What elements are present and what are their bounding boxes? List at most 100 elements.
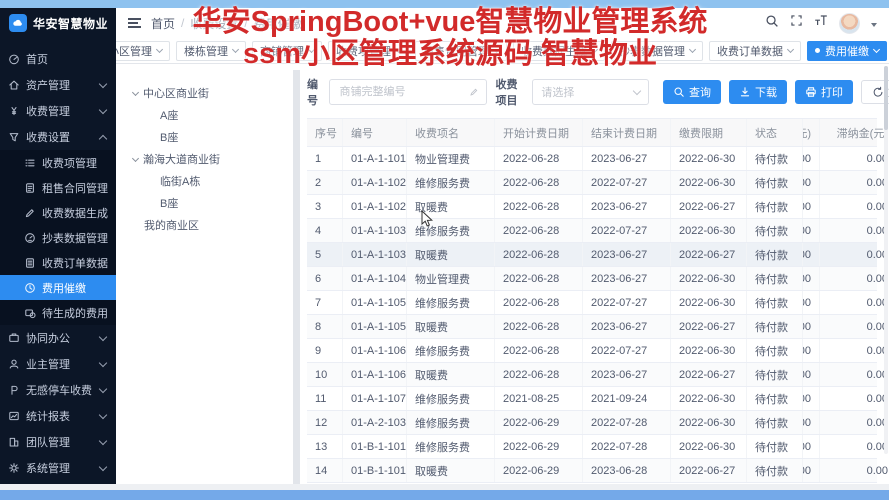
tree-node-B座[interactable]: B座: [133, 192, 283, 214]
vertical-scrollbar[interactable]: [884, 66, 888, 454]
chevron-down-icon: [99, 437, 107, 445]
tree-node-中心区商业街[interactable]: 中心区商业街: [133, 82, 283, 104]
tree-node-B座[interactable]: B座: [133, 126, 283, 148]
table-row[interactable]: 1201-A-2-103维修服务费2022-06-292022-07-28202…: [307, 411, 877, 435]
tab-小区管理[interactable]: 小区管理: [116, 41, 170, 61]
tab-收费项管理[interactable]: 收费项管理: [328, 41, 409, 61]
gauge-icon: [8, 53, 20, 65]
cell-开始计费日期: 2022-06-28: [495, 363, 583, 386]
user-icon: [8, 358, 20, 370]
collapse-menu-icon[interactable]: [128, 18, 141, 28]
sidebar-item-团队管理[interactable]: 团队管理: [0, 429, 116, 455]
tree-node-label: 瀚海大道商业街: [143, 151, 220, 167]
button-label: 下载: [755, 84, 777, 100]
sidebar-item-统计报表[interactable]: 统计报表: [0, 403, 116, 429]
table-row[interactable]: 801-A-1-105取暖费2022-06-282023-06-272022-0…: [307, 315, 877, 339]
table-row[interactable]: 1301-B-1-101维修服务费2022-06-292022-07-28202…: [307, 435, 877, 459]
sidebar-item-无感停车收费[interactable]: 无感停车收费: [0, 377, 116, 403]
tree-node-瀚海大道商业街[interactable]: 瀚海大道商业街: [133, 148, 283, 170]
cell-开始计费日期: 2022-06-29: [495, 459, 583, 482]
tab-收费订单数据[interactable]: 收费订单数据: [709, 41, 801, 61]
cell-缴费限期: 2022-06-27: [671, 195, 747, 218]
tree-node-临街A栋[interactable]: 临街A栋: [133, 170, 283, 192]
打印-button[interactable]: 打印: [795, 80, 853, 104]
table-row[interactable]: 701-A-1-105维修服务费2022-06-282022-07-272022…: [307, 291, 877, 315]
cell-开始计费日期: 2022-06-28: [495, 195, 583, 218]
breadcrumb-item[interactable]: 首页: [151, 15, 175, 32]
table-row[interactable]: 301-A-1-102取暖费2022-06-282023-06-272022-0…: [307, 195, 877, 219]
cloud-icon: [9, 14, 27, 32]
sidebar-item-label: 系统管理: [26, 460, 94, 476]
cell-金额(元): 20.00: [803, 339, 820, 362]
table-row[interactable]: 901-A-1-106维修服务费2022-06-282022-07-272022…: [307, 339, 877, 363]
breadcrumb-item[interactable]: 收费设置: [190, 15, 238, 32]
sidebar-item-资产管理[interactable]: 资产管理: [0, 72, 116, 98]
sidebar-item-系统管理[interactable]: 系统管理: [0, 455, 116, 481]
cell-收费项名: 维修服务费: [407, 291, 495, 314]
table-row[interactable]: 601-A-1-104物业管理费2022-06-282023-06-272022…: [307, 267, 877, 291]
tab-楼栋管理[interactable]: 楼栋管理: [176, 41, 246, 61]
tab-label: 小区管理: [116, 43, 152, 59]
tab-费用催缴[interactable]: 费用催缴: [807, 41, 887, 61]
table-row[interactable]: 1101-A-1-107维修服务费2021-08-252021-09-24202…: [307, 387, 877, 411]
cell-开始计费日期: 2021-08-25: [495, 387, 583, 410]
sidebar-item-收费订单数据[interactable]: 收费订单数据: [0, 250, 116, 275]
tree-node-我的商业区[interactable]: 我的商业区: [133, 214, 283, 236]
查询-button[interactable]: 查询: [663, 80, 721, 104]
sidebar-item-收费管理[interactable]: 收费管理: [0, 98, 116, 124]
sidebar-item-业主管理[interactable]: 业主管理: [0, 351, 116, 377]
sidebar-item-收费设置[interactable]: 收费设置: [0, 124, 116, 150]
tab-label: 收费项管理: [336, 43, 391, 59]
cell-滞纳金(元): 0.00: [820, 291, 889, 314]
sidebar-item-费用催缴[interactable]: 费用催缴: [0, 275, 116, 300]
table-row[interactable]: 1001-A-1-106取暖费2022-06-282023-06-272022-…: [307, 363, 877, 387]
sidebar-item-收费数据生成[interactable]: 收费数据生成: [0, 200, 116, 225]
user-avatar[interactable]: [839, 13, 860, 34]
sidebar-item-待生成的费用[interactable]: 待生成的费用: [0, 300, 116, 325]
tab-label: 收费数据生成: [521, 43, 587, 59]
print-icon: [805, 86, 817, 98]
user-menu-caret-icon[interactable]: [871, 23, 877, 27]
cell-状态: 待付款: [747, 459, 803, 482]
tree-node-label: B座: [160, 195, 178, 211]
panel-splitter[interactable]: [293, 70, 300, 484]
cell-序号: 14: [307, 459, 343, 482]
cell-收费项名: 取暖费: [407, 363, 495, 386]
table-row[interactable]: 101-A-1-101物业管理费2022-06-282023-06-272022…: [307, 147, 877, 171]
id-filter-input[interactable]: [337, 85, 469, 99]
column-header-序号: 序号: [307, 119, 343, 146]
tree-node-A座[interactable]: A座: [133, 104, 283, 126]
sidebar-item-租售合同管理[interactable]: 租售合同管理: [0, 175, 116, 200]
cell-序号: 1: [307, 147, 343, 170]
cell-滞纳金(元): 0.00: [820, 147, 889, 170]
tab-收费数据生成[interactable]: 收费数据生成: [513, 41, 605, 61]
parking-icon: [8, 384, 20, 396]
table-row[interactable]: 401-A-1-103维修服务费2022-06-282022-07-272022…: [307, 219, 877, 243]
cell-开始计费日期: 2022-06-28: [495, 339, 583, 362]
下载-button[interactable]: 下载: [729, 80, 787, 104]
sidebar-item-首页[interactable]: 首页: [0, 46, 116, 72]
table-row[interactable]: 201-A-1-102维修服务费2022-06-282022-07-272022…: [307, 171, 877, 195]
project-filter-select[interactable]: 请选择: [532, 79, 649, 105]
tab-抄表数据管理[interactable]: 抄表数据管理: [611, 41, 703, 61]
column-header-缴费限期: 缴费限期: [671, 119, 747, 146]
cell-开始计费日期: 2022-06-29: [495, 435, 583, 458]
search-icon[interactable]: [765, 14, 779, 33]
table-row[interactable]: 501-A-1-103取暖费2022-06-282023-06-272022-0…: [307, 243, 877, 267]
column-header-开始计费日期: 开始计费日期: [495, 119, 583, 146]
cell-序号: 11: [307, 387, 343, 410]
breadcrumb-item[interactable]: 费用催缴: [254, 15, 302, 32]
fullscreen-icon[interactable]: [790, 14, 803, 32]
cell-滞纳金(元): 0.00: [820, 315, 889, 338]
tab-商铺管理[interactable]: 商铺管理: [252, 41, 322, 61]
table-row[interactable]: 1401-B-1-101取暖费2022-06-292023-06-282022-…: [307, 459, 877, 483]
sidebar-item-收费项管理[interactable]: 收费项管理: [0, 150, 116, 175]
font-size-icon[interactable]: [814, 14, 828, 32]
cell-收费项名: 取暖费: [407, 459, 495, 482]
sidebar-item-label: 收费管理: [26, 103, 94, 119]
tab-租售合同管理[interactable]: 租售合同管理: [415, 41, 507, 61]
tab-bar: 小区管理 楼栋管理商铺管理收费项管理 租售合同管理收费数据生成 抄表数据管理收费订单数…: [116, 38, 889, 64]
sidebar-item-抄表数据管理[interactable]: 抄表数据管理: [0, 225, 116, 250]
sidebar-item-协同办公[interactable]: 协同办公: [0, 325, 116, 351]
cell-金额(元): 3500.00: [803, 363, 820, 386]
